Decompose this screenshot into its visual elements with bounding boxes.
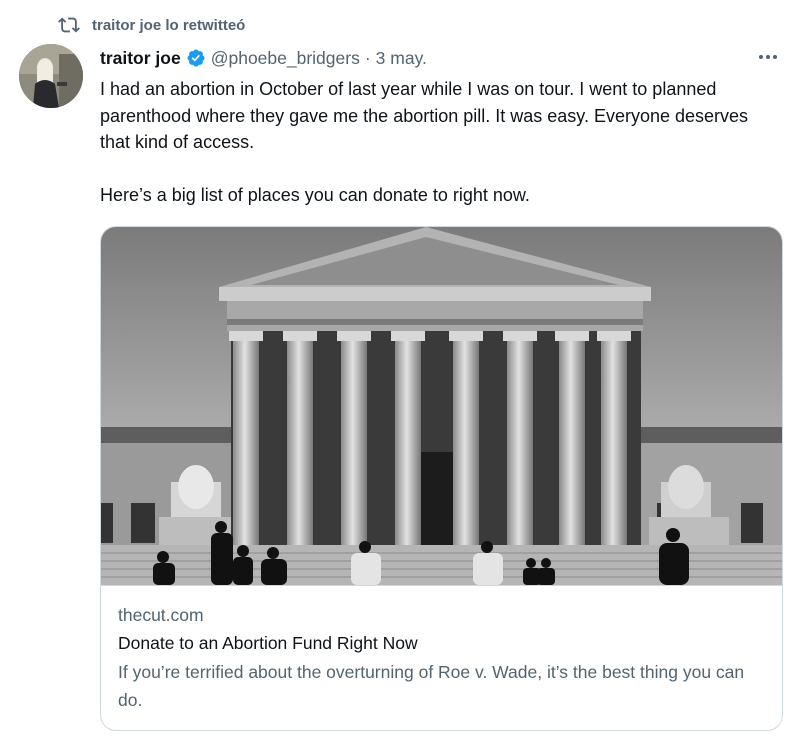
avatar-image: [19, 44, 83, 108]
card-title: Donate to an Abortion Fund Right Now: [118, 633, 418, 653]
card-domain: thecut.com: [118, 605, 204, 625]
author-name[interactable]: traitor joe: [100, 48, 181, 69]
separator-dot: ·: [364, 47, 371, 68]
tweet-paragraph: Here’s a big list of places you can dona…: [100, 185, 530, 205]
tweet-header: traitor joe @phoebe_bridgers · 3 may.: [100, 45, 427, 71]
tweet-date[interactable]: 3 may.: [376, 48, 427, 69]
retweet-label: traitor joe lo retwitteó: [92, 16, 246, 34]
link-card[interactable]: thecut.com Donate to an Abortion Fund Ri…: [100, 226, 783, 731]
tweet-paragraph: I had an abortion in October of last yea…: [100, 79, 749, 152]
retweet-context[interactable]: traitor joe lo retwitteó: [58, 10, 245, 40]
retweet-icon: [58, 17, 80, 33]
more-options-icon: [759, 55, 777, 59]
author-handle[interactable]: @phoebe_bridgers: [211, 48, 360, 69]
card-image: [101, 227, 782, 585]
verified-badge-icon: [187, 49, 205, 67]
card-description: If you’re terrified about the overturnin…: [118, 662, 745, 710]
card-meta[interactable]: thecut.com Donate to an Abortion Fund Ri…: [101, 585, 782, 730]
avatar[interactable]: [19, 44, 83, 108]
more-options-button[interactable]: [756, 47, 780, 67]
tweet-text: I had an abortion in October of last yea…: [100, 76, 780, 209]
